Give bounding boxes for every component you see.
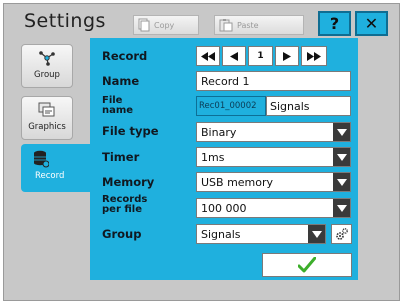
- triangle-right-icon: [283, 51, 291, 61]
- timer-label: Timer: [102, 150, 140, 164]
- records-per-file-label: Records per file: [102, 194, 148, 215]
- chevron-down-icon[interactable]: [333, 173, 350, 191]
- skip-forward-icon: [307, 51, 321, 61]
- next-record-button[interactable]: [275, 46, 299, 66]
- group-settings-button[interactable]: [331, 224, 352, 244]
- sidebar-item-label: Graphics: [28, 122, 66, 132]
- skip-backward-icon: [201, 51, 215, 61]
- paste-label: Paste: [237, 20, 259, 30]
- memory-value: USB memory: [201, 175, 274, 189]
- file-name-prefix: Rec01_00002: [196, 96, 266, 116]
- last-record-button[interactable]: [301, 46, 327, 66]
- record-index: 1: [248, 46, 273, 66]
- timer-value: 1ms: [201, 150, 225, 164]
- chevron-down-icon[interactable]: [333, 123, 350, 141]
- help-button[interactable]: ?: [318, 11, 351, 36]
- settings-window: Settings Copy Paste ? ✕ Group Graphics R…: [3, 3, 400, 301]
- confirm-button[interactable]: [262, 253, 352, 277]
- copy-icon: [138, 18, 150, 32]
- memory-dropdown[interactable]: USB memory: [196, 172, 351, 192]
- records-per-file-dropdown[interactable]: 100 000: [196, 198, 351, 218]
- memory-label: Memory: [102, 175, 155, 189]
- triangle-left-icon: [230, 51, 238, 61]
- group-network-icon: [39, 51, 55, 66]
- name-label: Name: [102, 74, 140, 88]
- chevron-down-icon[interactable]: [333, 148, 350, 166]
- file-type-label: File type: [102, 124, 159, 138]
- sidebar-item-label: Record: [35, 171, 65, 181]
- checkmark-icon: [298, 257, 316, 273]
- gears-icon: [335, 228, 348, 240]
- timer-dropdown[interactable]: 1ms: [196, 147, 351, 167]
- record-label: Record: [102, 49, 148, 63]
- group-value: Signals: [201, 227, 241, 241]
- copy-label: Copy: [154, 20, 175, 30]
- paste-button[interactable]: Paste: [214, 15, 304, 35]
- window-title: Settings: [24, 10, 106, 32]
- close-button[interactable]: ✕: [355, 11, 388, 36]
- chevron-down-icon[interactable]: [308, 225, 325, 243]
- name-field[interactable]: Record 1: [196, 71, 351, 91]
- sidebar-item-group[interactable]: Group: [21, 44, 73, 88]
- record-settings-panel: Record 1 Name Record 1 File name Rec01_0…: [90, 38, 358, 280]
- file-type-value: Binary: [201, 125, 237, 139]
- sidebar-item-label: Group: [34, 70, 60, 80]
- chevron-down-icon[interactable]: [333, 199, 350, 217]
- paste-icon: [219, 19, 233, 32]
- file-name-field[interactable]: Signals: [266, 96, 351, 116]
- group-label: Group: [102, 227, 142, 241]
- file-name-label: File name: [102, 95, 134, 116]
- first-record-button[interactable]: [196, 46, 220, 66]
- copy-button[interactable]: Copy: [133, 15, 199, 35]
- previous-record-button[interactable]: [222, 46, 246, 66]
- sidebar-item-graphics[interactable]: Graphics: [21, 96, 73, 140]
- database-icon: [34, 150, 49, 168]
- graphics-windows-icon: [38, 102, 55, 117]
- records-per-file-value: 100 000: [201, 201, 247, 215]
- group-dropdown[interactable]: Signals: [196, 224, 326, 244]
- sidebar-item-record[interactable]: Record: [21, 144, 95, 192]
- file-type-dropdown[interactable]: Binary: [196, 122, 351, 142]
